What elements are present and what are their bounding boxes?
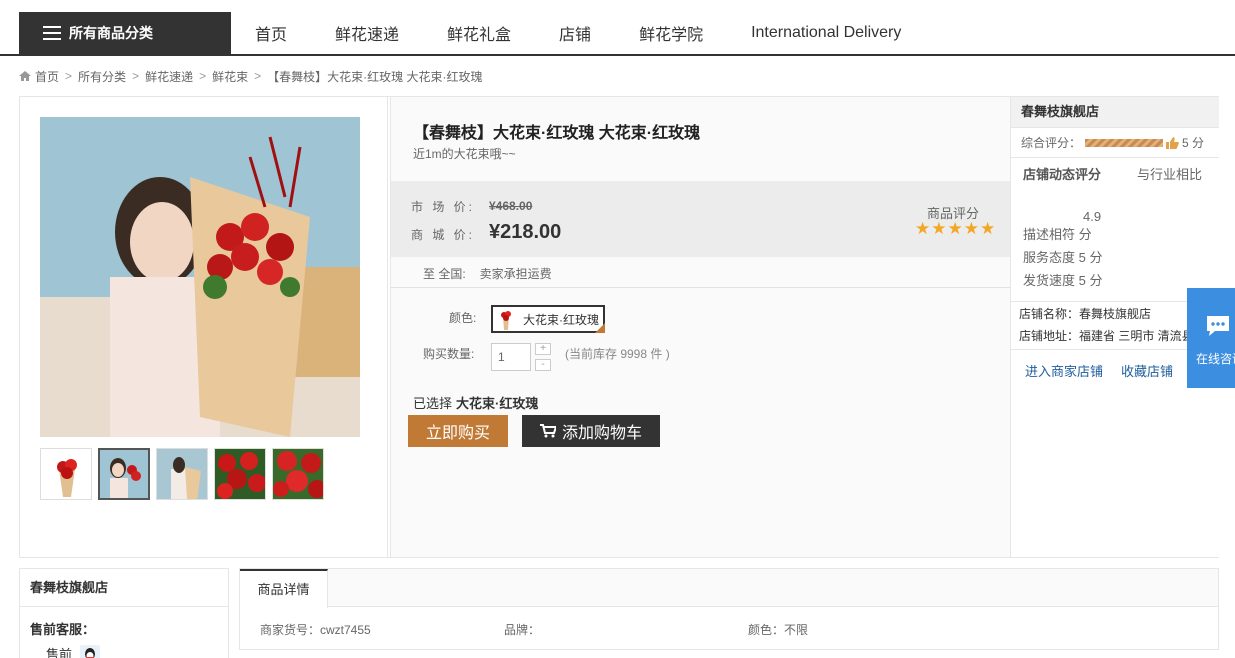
add-to-cart-button[interactable]: 添加购物车 (522, 415, 660, 447)
shipping-info: 至 全国: 卖家承担运费 (423, 265, 552, 282)
add-to-cart-label: 添加购物车 (561, 425, 642, 442)
stock-info: (当前库存 9998 件 ) (565, 347, 670, 361)
quantity-increase-button[interactable]: + (535, 343, 551, 355)
menu-icon (43, 26, 61, 40)
quantity-decrease-button[interactable]: - (535, 359, 551, 371)
nav-link-stores[interactable]: 店铺 (535, 21, 615, 45)
buy-now-button[interactable]: 立即购买 (408, 415, 508, 447)
attr-sku: 商家货号：cwzt7455 (260, 623, 371, 637)
star-icon: ★ (963, 219, 979, 238)
all-categories-label: 所有商品分类 (69, 25, 153, 41)
top-navigation: 所有商品分类 首页 鲜花速递 鲜花礼盒 店铺 鲜花学院 Internationa… (0, 0, 1235, 56)
nav-link-academy[interactable]: 鲜花学院 (615, 21, 727, 45)
product-details: 商品详情 商家货号：cwzt7455 品牌： 颜色：不限 (239, 568, 1219, 650)
star-icon: ★ (980, 219, 996, 238)
shop-info-title: 春舞枝旗舰店 (20, 569, 228, 607)
breadcrumb: 首页 > 所有分类 > 鲜花速递 > 鲜花束 > 【春舞枝】大花束·红玫瑰 大花… (19, 68, 482, 84)
all-categories-button[interactable]: 所有商品分类 (19, 12, 231, 54)
chat-icon (1207, 316, 1229, 336)
presale-service-item[interactable]: 售前 (46, 644, 101, 658)
breadcrumb-all-categories[interactable]: 所有分类 (78, 68, 126, 85)
nav-links: 首页 鲜花速递 鲜花礼盒 店铺 鲜花学院 International Deliv… (231, 12, 925, 54)
online-consult-button[interactable]: 在线咨询 (1187, 288, 1235, 388)
nav-link-gift-box[interactable]: 鲜花礼盒 (423, 21, 535, 45)
thumbnail[interactable] (40, 448, 92, 500)
thumbnail-active[interactable] (98, 448, 150, 500)
attr-color: 颜色：不限 (748, 623, 809, 637)
overall-score-row: 综合评分： 5 分 (1011, 128, 1219, 158)
thumbnail-strip (40, 448, 330, 500)
rating-stars: ★ ★ ★ ★ ★ (915, 219, 996, 238)
thumbnail[interactable] (156, 448, 208, 500)
selected-option: 已选择 大花束·红玫瑰 (413, 393, 538, 412)
divider (391, 287, 1010, 288)
shipping-label: 至 全国: (423, 267, 466, 281)
thumbnail[interactable] (214, 448, 266, 500)
star-icon: ★ (947, 219, 963, 238)
product-panel: 【春舞枝】大花束·红玫瑰 大花束·红玫瑰 近1m的大花束哦~~ 市 场 价: ¥… (19, 96, 1219, 558)
compare-value: 4.9 (1083, 209, 1102, 224)
color-option-label: 大花束·红玫瑰 (523, 312, 599, 327)
cart-icon (539, 424, 556, 438)
store-name-header: 春舞枝旗舰店 (1011, 97, 1219, 128)
product-main-image (40, 117, 360, 437)
overall-score-value: 5 分 (1182, 136, 1205, 150)
breadcrumb-current: 【春舞枝】大花束·红玫瑰 大花束·红玫瑰 (267, 69, 483, 84)
shop-info-box: 春舞枝旗舰店 售前客服： 售前 (19, 568, 229, 658)
color-option-thumb (501, 311, 511, 330)
star-icon: ★ (915, 219, 931, 238)
overall-score-label: 综合评分： (1021, 136, 1082, 150)
detail-tabbar: 商品详情 (240, 569, 1218, 608)
breadcrumb-bouquet[interactable]: 鲜花束 (212, 68, 248, 85)
shop-price-label: 商 城 价: (411, 228, 476, 242)
score-bar (1085, 138, 1164, 147)
compare-label: 与行业相比 (1137, 167, 1203, 182)
color-option[interactable]: 大花束·红玫瑰 (491, 305, 605, 333)
nav-link-home[interactable]: 首页 (231, 21, 311, 45)
product-gallery (20, 97, 388, 557)
quantity-label: 购买数量: (423, 347, 475, 361)
rating-service: 服务态度 5 分 (1023, 250, 1103, 265)
rating-description-match: 描述相符 分 (1023, 227, 1092, 242)
rating-delivery: 发货速度 5 分 (1023, 273, 1103, 288)
nav-link-flower-delivery[interactable]: 鲜花速递 (311, 21, 423, 45)
breadcrumb-separator: > (199, 69, 207, 83)
market-price-label: 市 场 价: (411, 200, 476, 214)
thumbs-up-icon (1166, 136, 1179, 149)
quantity-input[interactable]: 1 (491, 343, 531, 371)
shipping-value: 卖家承担运费 (479, 267, 552, 281)
breadcrumb-separator: > (65, 69, 73, 83)
star-icon: ★ (931, 219, 947, 238)
presale-service-name: 售前 (46, 647, 73, 658)
color-label: 颜色: (449, 311, 477, 325)
online-consult-label: 在线咨询 (1196, 352, 1235, 366)
home-icon (19, 71, 31, 81)
price-box: 市 场 价: ¥468.00 商 城 价: ¥218.00 商品评分 ★ ★ ★… (391, 181, 1010, 257)
dynamic-ratings: 店铺动态评分 与行业相比 4.9 描述相符 分 服务态度 5 分 发货速度 5 … (1023, 165, 1208, 288)
attr-brand: 品牌： (504, 623, 541, 637)
product-info: 【春舞枝】大花束·红玫瑰 大花束·红玫瑰 近1m的大花束哦~~ 市 场 价: ¥… (390, 97, 1010, 557)
presale-service-label: 售前客服： (30, 622, 96, 637)
tab-product-details[interactable]: 商品详情 (240, 569, 328, 608)
qq-icon (80, 644, 101, 658)
selected-value: 大花束·红玫瑰 (456, 396, 539, 411)
breadcrumb-flower-delivery[interactable]: 鲜花速递 (145, 68, 193, 85)
enter-store-link[interactable]: 进入商家店铺 (1025, 364, 1103, 379)
market-price: ¥468.00 (489, 199, 533, 213)
product-title: 【春舞枝】大花束·红玫瑰 大花束·红玫瑰 (413, 125, 701, 142)
thumbnail[interactable] (272, 448, 324, 500)
breadcrumb-separator: > (254, 69, 262, 83)
selected-label: 已选择 (413, 396, 453, 411)
nav-link-international[interactable]: International Delivery (727, 24, 925, 42)
store-links: 进入商家店铺 收藏店铺 (1025, 361, 1191, 380)
favorite-store-link[interactable]: 收藏店铺 (1121, 364, 1173, 379)
breadcrumb-home[interactable]: 首页 (35, 68, 59, 85)
product-subtitle: 近1m的大花束哦~~ (413, 147, 516, 161)
breadcrumb-separator: > (132, 69, 140, 83)
shop-price: ¥218.00 (489, 221, 562, 243)
